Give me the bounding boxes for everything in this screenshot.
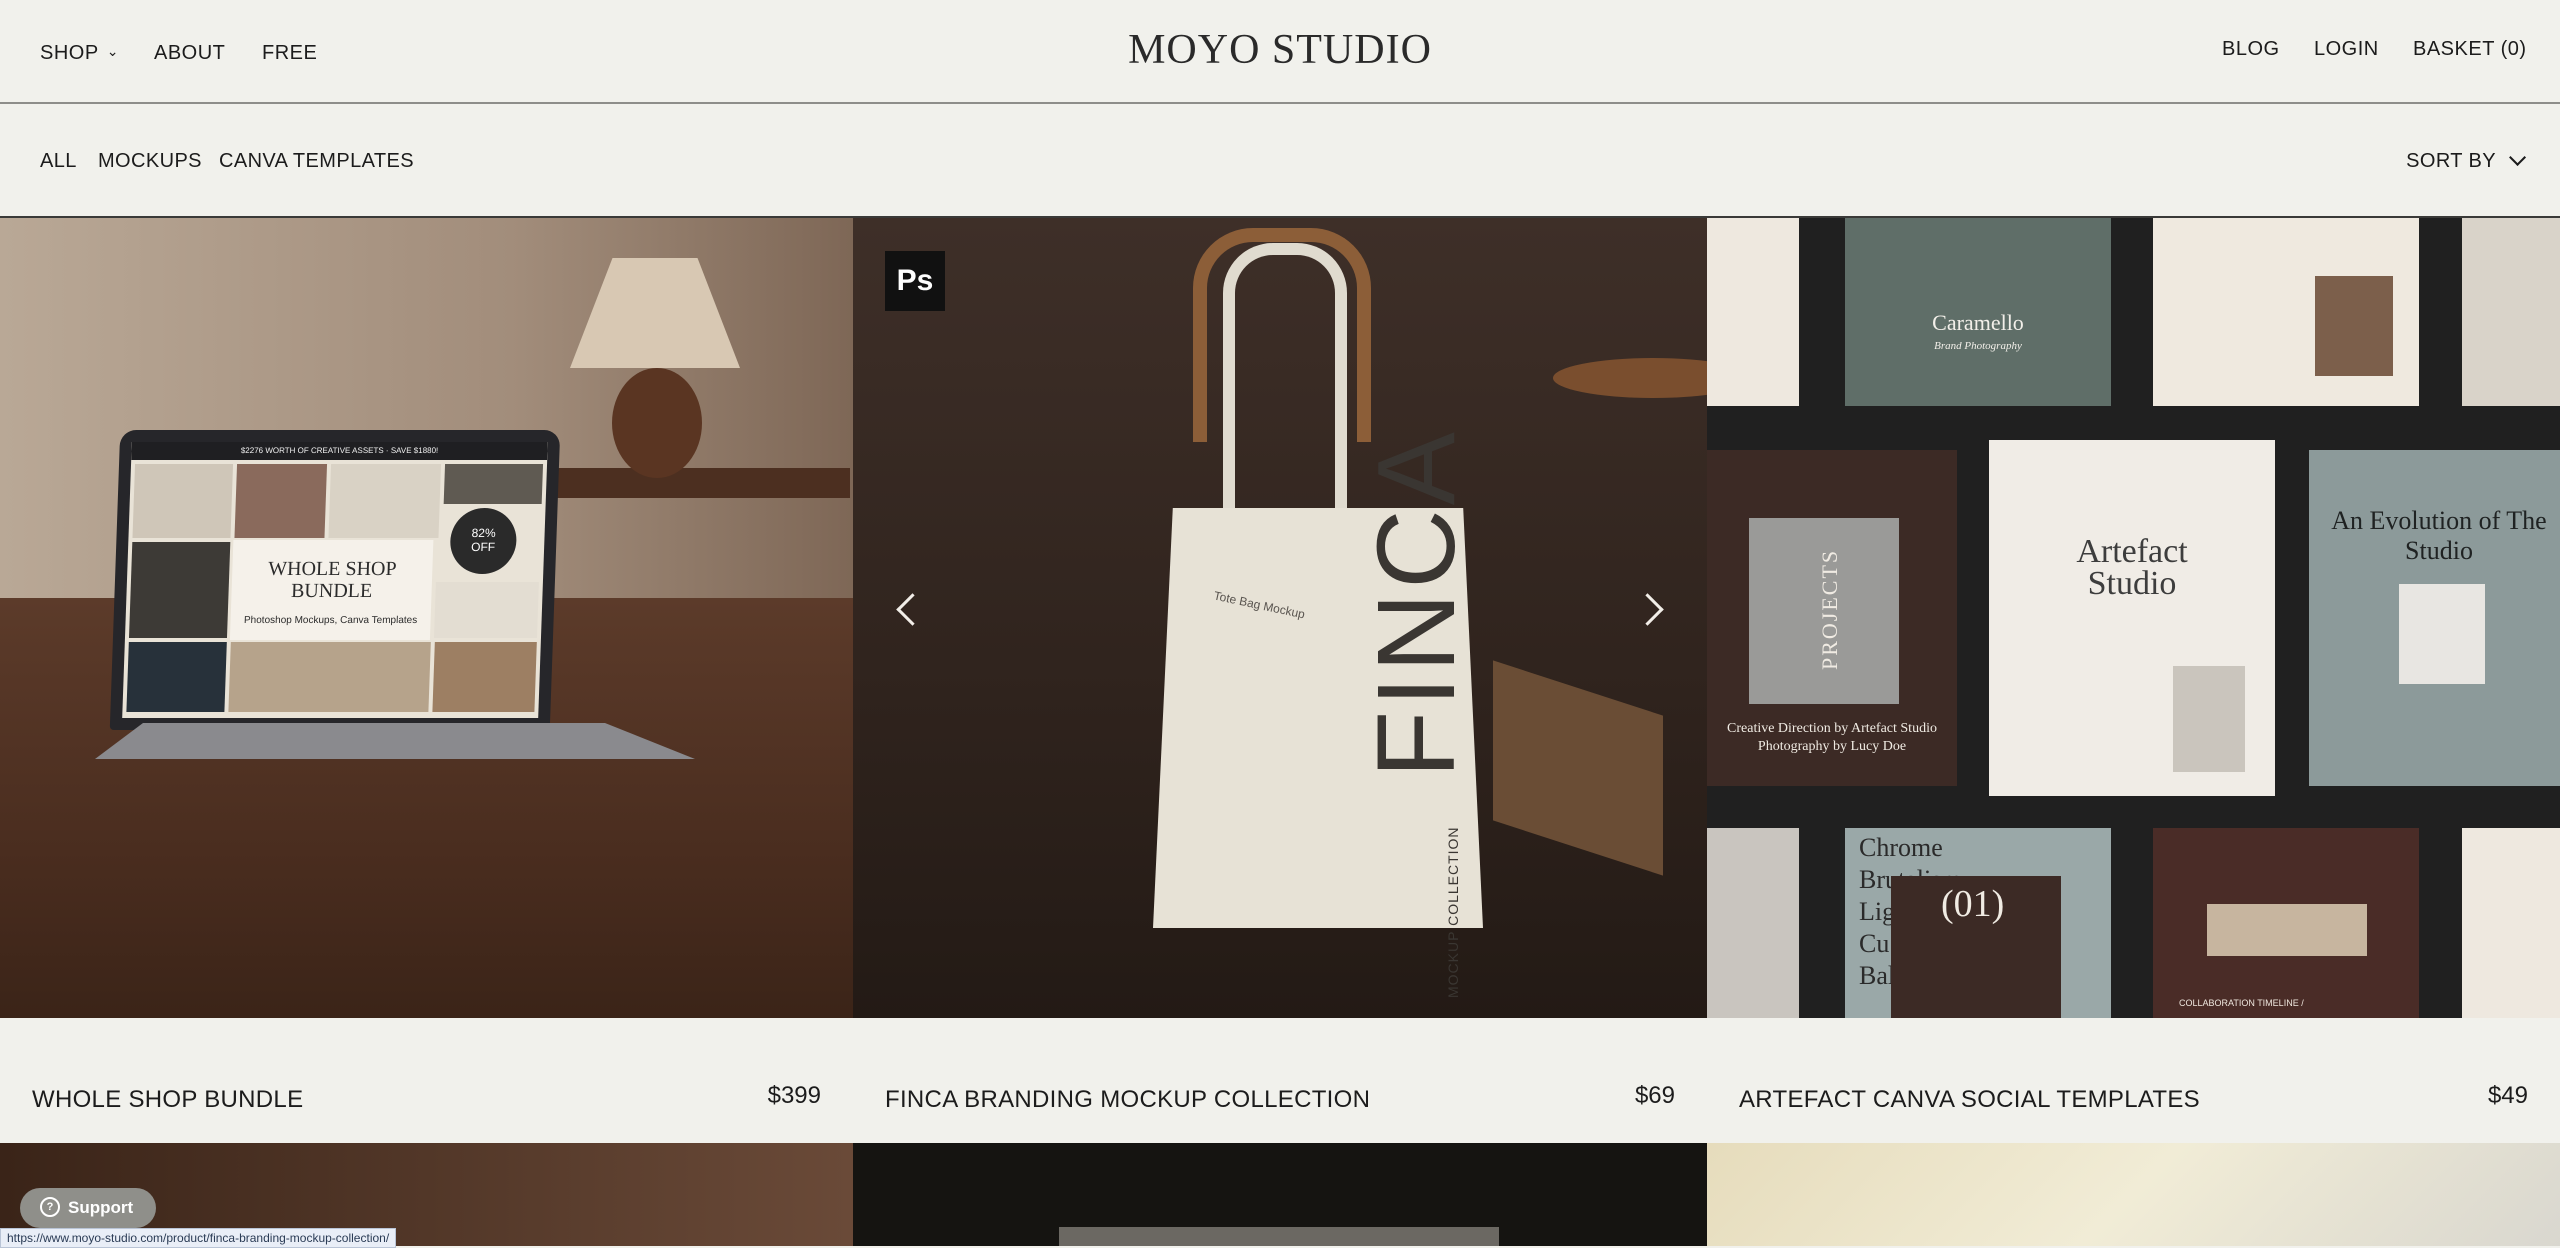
template-tile <box>2153 218 2419 406</box>
image-tile <box>126 642 227 712</box>
caramello-title: Caramello <box>1932 310 2024 335</box>
product-card-whole-shop-bundle[interactable]: $2276 WORTH OF CREATIVE ASSETS · SAVE $1… <box>0 218 853 1143</box>
support-button[interactable]: ? Support <box>20 1188 156 1228</box>
product-info: FINCA BRANDING MOCKUP COLLECTION $69 <box>853 1018 1707 1143</box>
template-tile: COLLABORATION TIMELINE / <box>2153 828 2419 1018</box>
product-card-row2-2[interactable] <box>853 1143 1707 1246</box>
side-table <box>540 468 850 498</box>
template-tile: An Evolution of The Studio <box>2309 450 2560 786</box>
creative-direction-text: Creative Direction by Artefact Studio Ph… <box>1727 721 1937 754</box>
caramello-subtitle: Brand Photography <box>1934 340 2022 352</box>
template-tile <box>1707 218 1799 406</box>
image-tile <box>432 642 537 712</box>
template-tile <box>1707 828 1799 1018</box>
discount-badge: 82% OFF <box>449 508 518 574</box>
badge-word: OFF <box>470 540 496 554</box>
badge-percent: 82% <box>471 526 496 540</box>
site-header: SHOP ⌄ ABOUT FREE MOYO STUDIO BLOG LOGIN … <box>0 0 2560 104</box>
bundle-subtitle: Photoshop Mockups, Canva Templates <box>243 615 418 626</box>
product-image[interactable]: Caramello Brand Photography PROJECTS Cre… <box>1707 218 2560 1018</box>
template-tile: Caramello Brand Photography <box>1845 218 2111 406</box>
laptop-screen: $2276 WORTH OF CREATIVE ASSETS · SAVE $1… <box>122 442 548 718</box>
chevron-left-icon[interactable] <box>896 593 929 626</box>
support-label: Support <box>68 1198 134 1217</box>
bundle-title-line1: WHOLE SHOP <box>267 558 397 580</box>
chevron-right-icon[interactable] <box>1631 593 1664 626</box>
laptop-base <box>95 723 695 759</box>
nav-basket[interactable]: BASKET (0) <box>2413 38 2527 61</box>
product-image[interactable]: $2276 WORTH OF CREATIVE ASSETS · SAVE $1… <box>0 218 853 1018</box>
portrait-image <box>2315 276 2393 376</box>
product-price: $399 <box>767 1082 821 1109</box>
number-label: (01) <box>1941 883 2005 925</box>
artefact-studio-title: Artefact Studio <box>2076 533 2188 602</box>
product-card-row2-3[interactable] <box>1707 1143 2560 1246</box>
image-tile <box>132 464 234 538</box>
product-name[interactable]: ARTEFACT CANVA SOCIAL TEMPLATES <box>1739 1086 2200 1114</box>
collab-label: COLLABORATION TIMELINE / <box>2179 998 2304 1008</box>
sculpture-image <box>2173 666 2245 772</box>
photoshop-icon: Ps <box>885 251 945 311</box>
template-tile <box>2462 218 2560 406</box>
lamp-base <box>612 368 702 478</box>
filter-all[interactable]: ALL <box>40 150 77 221</box>
image-tile <box>443 464 544 504</box>
help-icon: ? <box>40 1196 60 1217</box>
sort-by-label: SORT BY <box>2406 150 2496 172</box>
image-tile <box>328 464 442 538</box>
couple-image <box>2399 584 2485 684</box>
bundle-title-line2: BUNDLE <box>290 580 373 602</box>
sort-by-dropdown[interactable]: SORT BY <box>2406 148 2527 173</box>
bag-brand: FINCA <box>1355 428 1478 778</box>
jewelry-image <box>2207 904 2367 956</box>
chevron-down-icon <box>2509 148 2527 166</box>
chair-seat <box>1493 660 1663 876</box>
bag-subtitle: MOCKUP COLLECTION <box>1445 826 1461 998</box>
product-name[interactable]: WHOLE SHOP BUNDLE <box>32 1086 303 1114</box>
laptop-mockup: $2276 WORTH OF CREATIVE ASSETS · SAVE $1… <box>109 430 561 730</box>
screen-banner: $2276 WORTH OF CREATIVE ASSETS · SAVE $1… <box>131 442 548 460</box>
bundle-title: WHOLE SHOP BUNDLE Photoshop Mockups, Can… <box>229 540 434 640</box>
filter-mockups[interactable]: MOCKUPS <box>98 150 202 173</box>
device-image <box>1059 1227 1499 1246</box>
image-tile <box>433 582 539 638</box>
template-tile <box>2462 828 2560 1018</box>
product-card-artefact[interactable]: Caramello Brand Photography PROJECTS Cre… <box>1707 218 2560 1143</box>
product-info: WHOLE SHOP BUNDLE $399 <box>0 1018 853 1143</box>
evolution-title: An Evolution of The Studio <box>2331 506 2547 565</box>
browser-status-url: https://www.moyo-studio.com/product/finc… <box>0 1228 397 1248</box>
image-tile <box>128 542 231 638</box>
product-card-finca[interactable]: Ps Tote Bag Mockup FINCA MOCKUP COLLECTI… <box>853 218 1707 1143</box>
template-tile: Chrome Brutalism Light Cu Ma Bal (01) <box>1845 828 2111 1018</box>
filter-bar: ALL MOCKUPS CANVA TEMPLATES SORT BY <box>0 104 2560 221</box>
product-price: $69 <box>1634 1082 1675 1109</box>
image-tile <box>228 642 431 712</box>
product-name[interactable]: FINCA BRANDING MOCKUP COLLECTION <box>885 1086 1370 1114</box>
product-info: ARTEFACT CANVA SOCIAL TEMPLATES $49 <box>1707 1018 2560 1143</box>
nav-blog[interactable]: BLOG <box>2222 38 2280 61</box>
image-tile <box>234 464 328 538</box>
nav-login[interactable]: LOGIN <box>2314 38 2379 61</box>
filter-canva-templates[interactable]: CANVA TEMPLATES <box>219 150 414 173</box>
template-tile: Artefact Studio <box>1989 440 2275 796</box>
product-image[interactable]: Ps Tote Bag Mockup FINCA MOCKUP COLLECTI… <box>853 218 1707 1018</box>
projects-label: PROJECTS <box>1817 548 1842 670</box>
product-price: $49 <box>2487 1082 2528 1109</box>
site-logo[interactable]: MOYO STUDIO <box>0 26 2560 74</box>
round-table <box>1553 358 1707 398</box>
template-tile: PROJECTS Creative Direction by Artefact … <box>1707 450 1957 786</box>
